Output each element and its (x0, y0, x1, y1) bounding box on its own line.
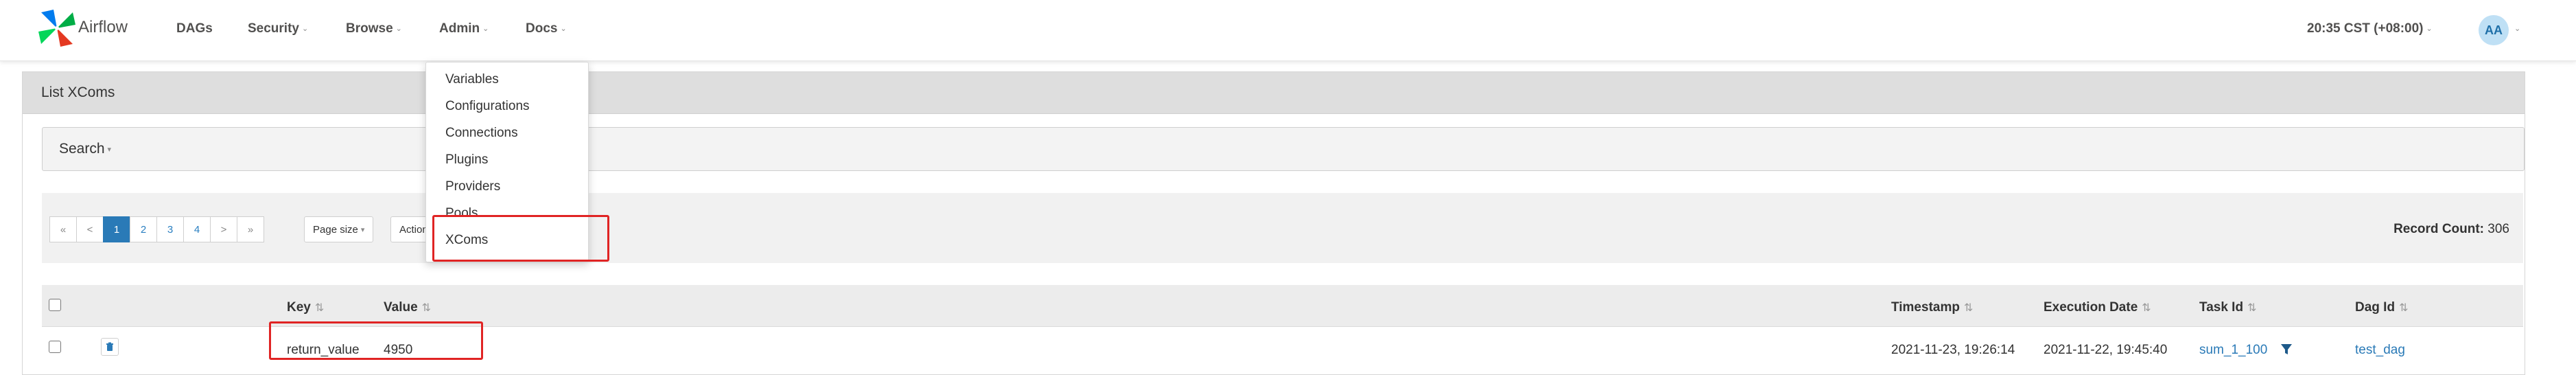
sort-icon: ⇅ (2399, 302, 2409, 314)
page-2-button[interactable]: 2 (130, 216, 157, 242)
menu-item-providers[interactable]: Providers (445, 179, 500, 194)
page-4-button[interactable]: 4 (183, 216, 211, 242)
chevron-down-icon: ⌄ (482, 25, 489, 33)
user-avatar[interactable]: AA (2479, 15, 2509, 45)
menu-item-xcoms[interactable]: XComs (445, 233, 488, 248)
timezone-selector[interactable]: 20:35 CST (+08:00) ⌄ (2307, 21, 2433, 36)
cell-execution-date: 2021-11-22, 19:45:40 (2044, 343, 2168, 357)
row-checkbox[interactable] (49, 341, 61, 353)
delete-row-button[interactable] (101, 338, 119, 356)
pagination: « < 1 2 3 4 > » (49, 216, 264, 242)
page-1-button[interactable]: 1 (103, 216, 130, 242)
cell-task-id-link[interactable]: sum_1_100 (2199, 343, 2267, 358)
cell-timestamp: 2021-11-23, 19:26:14 (1891, 343, 2015, 357)
airflow-logo[interactable] (36, 7, 78, 49)
page-next-button[interactable]: > (210, 216, 237, 242)
page-3-button[interactable]: 3 (156, 216, 184, 242)
page-first-button[interactable]: « (49, 216, 77, 242)
menu-item-connections[interactable]: Connections (445, 126, 518, 141)
chevron-down-icon: ⌄ (560, 25, 567, 33)
cell-dag-id-link[interactable]: test_dag (2355, 343, 2405, 358)
table-row: return_value 4950 2021-11-23, 19:26:14 2… (42, 327, 2523, 368)
search-toggle[interactable]: Search ▾ (59, 141, 111, 157)
table-header: Key ⇅ Value ⇅ Timestamp ⇅ Execution Date ⇅ T… (42, 285, 2523, 327)
cell-value: 4950 (384, 343, 413, 357)
filter-icon[interactable] (2280, 343, 2293, 356)
chevron-down-icon[interactable]: ⌄ (2514, 24, 2520, 33)
trash-icon (106, 342, 113, 351)
sort-icon: ⇅ (2247, 302, 2257, 314)
panel-heading: List XComs (23, 72, 2525, 114)
nav-admin[interactable]: Admin ⌄ (439, 21, 489, 36)
page-title: List XComs (41, 84, 115, 100)
avatar-initials: AA (2485, 23, 2503, 37)
record-count: Record Count: 306 (2393, 222, 2509, 236)
menu-item-variables[interactable]: Variables (445, 72, 499, 87)
nav-docs[interactable]: Docs ⌄ (526, 21, 567, 36)
column-key[interactable]: Key ⇅ (287, 300, 324, 315)
chevron-down-icon: ▾ (360, 225, 365, 234)
column-timestamp[interactable]: Timestamp ⇅ (1891, 300, 1973, 315)
nav-dags[interactable]: DAGs (176, 21, 213, 36)
admin-dropdown-menu: Variables Configurations Connections Plu… (425, 62, 589, 262)
menu-item-plugins[interactable]: Plugins (445, 152, 488, 168)
menu-item-pools[interactable]: Pools (445, 206, 478, 221)
page-last-button[interactable]: » (237, 216, 264, 242)
chevron-down-icon: ⌄ (395, 25, 402, 33)
nav-browse[interactable]: Browse ⌄ (346, 21, 402, 36)
page-prev-button[interactable]: < (76, 216, 104, 242)
chevron-down-icon: ⌄ (301, 25, 309, 33)
cell-key: return_value (287, 343, 360, 357)
sort-icon: ⇅ (1963, 302, 1974, 314)
brand-name[interactable]: Airflow (78, 18, 128, 37)
select-all-checkbox[interactable] (49, 299, 61, 311)
column-dag-id[interactable]: Dag Id ⇅ (2355, 300, 2408, 315)
nav-security[interactable]: Security ⌄ (248, 21, 308, 36)
column-task-id[interactable]: Task Id ⇅ (2199, 300, 2256, 315)
list-toolbar: « < 1 2 3 4 > » Page size▾ Actions▾ Reco… (42, 193, 2523, 263)
menu-item-configurations[interactable]: Configurations (445, 99, 530, 114)
chevron-down-icon: ⌄ (2426, 25, 2433, 33)
top-navbar: Airflow DAGs Security ⌄ Browse ⌄ Admin ⌄ Do… (0, 0, 2576, 61)
chevron-down-icon: ▾ (107, 146, 112, 154)
sort-icon: ⇅ (2142, 302, 2151, 314)
search-bar[interactable]: Search ▾ (42, 127, 2525, 171)
column-value[interactable]: Value ⇅ (384, 300, 431, 315)
column-execution-date[interactable]: Execution Date ⇅ (2044, 300, 2151, 315)
list-panel: List XComs Search ▾ « < 1 2 3 4 > » Page … (22, 71, 2525, 375)
sort-icon: ⇅ (421, 302, 432, 314)
page-size-button[interactable]: Page size ▾ (304, 216, 374, 242)
sort-icon: ⇅ (314, 302, 325, 314)
